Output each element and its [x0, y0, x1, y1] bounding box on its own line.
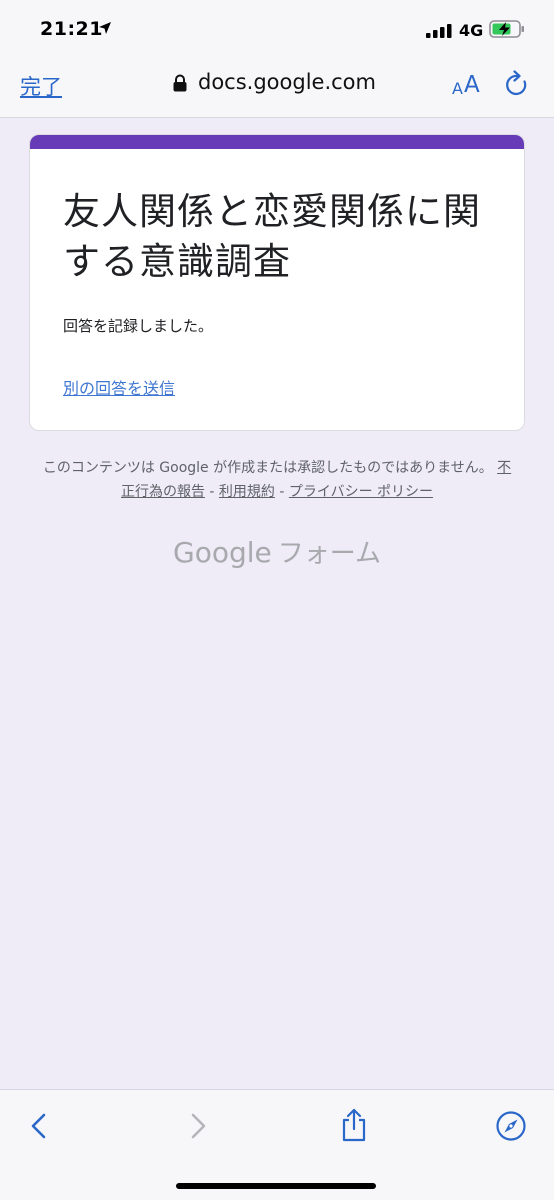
logo-google: Google	[173, 536, 272, 569]
status-time: 21:21	[40, 18, 103, 40]
cellular-signal-icon	[426, 24, 452, 38]
compass-icon[interactable]	[495, 1110, 527, 1142]
submit-another-response-link[interactable]: 別の回答を送信	[63, 375, 175, 399]
separator: -	[274, 484, 289, 500]
share-icon[interactable]	[340, 1108, 368, 1142]
chevron-right-icon[interactable]	[188, 1112, 208, 1140]
disclaimer-text: このコンテンツは Google が作成または承認したものではありません。	[42, 460, 493, 476]
google-forms-logo[interactable]: Google フォーム	[0, 533, 554, 570]
status-bar: 21:21 4G	[0, 0, 554, 56]
text-size-button[interactable]: AA	[452, 68, 486, 98]
url-text[interactable]: docs.google.com	[198, 70, 376, 94]
form-title: 友人関係と恋愛関係に関する意識調査	[63, 190, 481, 283]
text-size-large: A	[463, 72, 480, 98]
confirmation-card: 友人関係と恋愛関係に関する意識調査 回答を記録しました。 別の回答を送信	[29, 134, 525, 431]
browser-address-bar: 完了 docs.google.com AA	[0, 56, 554, 118]
privacy-policy-link[interactable]: プライバシー ポリシー	[289, 484, 433, 500]
confirmation-message: 回答を記録しました。	[63, 317, 214, 335]
done-button[interactable]: 完了	[20, 71, 62, 101]
chevron-left-icon[interactable]	[29, 1112, 49, 1140]
location-arrow-icon	[99, 22, 111, 34]
logo-forms: フォーム	[277, 539, 381, 569]
reload-icon[interactable]	[504, 70, 530, 98]
card-accent-bar	[30, 135, 524, 149]
disclaimer: このコンテンツは Google が作成または承認したものではありません。 不正行…	[40, 456, 514, 504]
terms-link[interactable]: 利用規約	[219, 484, 275, 500]
battery-charging-icon	[489, 20, 524, 38]
lock-icon	[173, 74, 187, 92]
home-indicator	[176, 1183, 376, 1189]
network-type: 4G	[459, 21, 484, 40]
separator: -	[204, 484, 219, 500]
text-size-small: A	[452, 79, 463, 98]
